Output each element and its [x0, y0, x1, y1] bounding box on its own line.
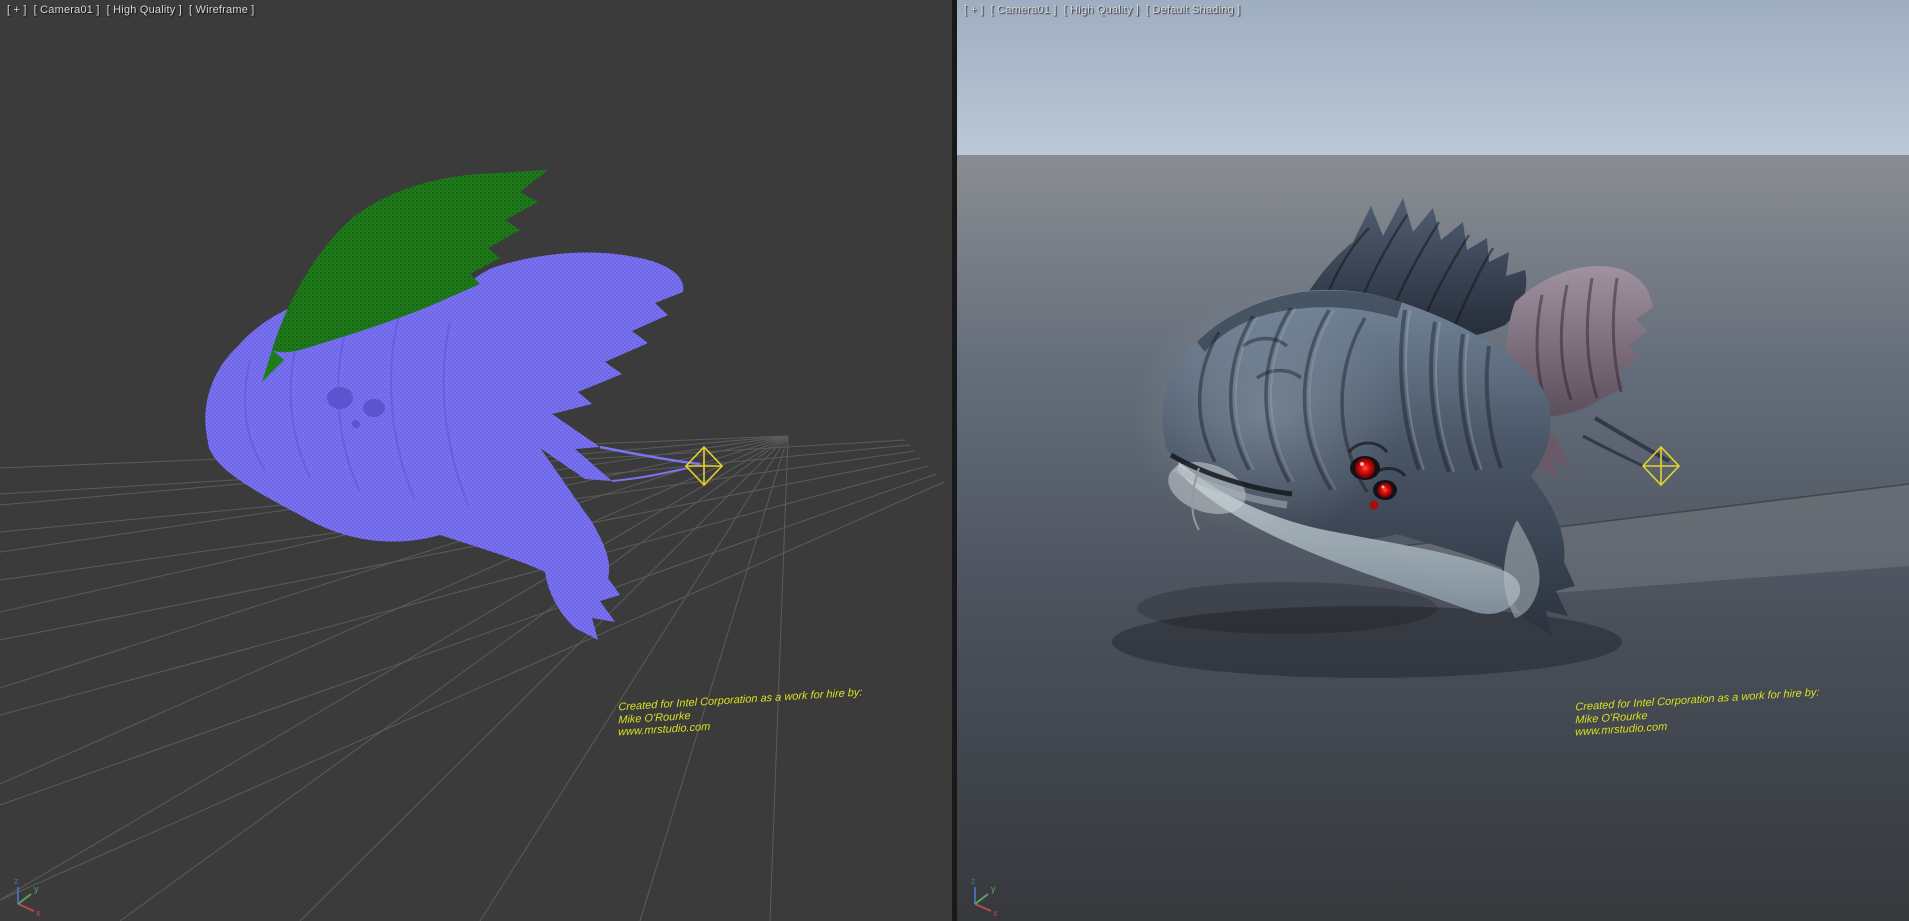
viewport-label: [ + ] [ Camera01 ] [ High Quality ] [ Wi…: [7, 4, 255, 16]
svg-text:z: z: [14, 876, 19, 886]
viewport-menu-camera[interactable]: [ Camera01 ]: [34, 4, 100, 16]
viewport-menu-general[interactable]: [ + ]: [7, 4, 27, 16]
viewport-menu-shading[interactable]: [ Default Shading ]: [1146, 4, 1240, 16]
wireframe-scene-canvas: [0, 0, 952, 921]
viewport-label: [ + ] [ Camera01 ] [ High Quality ] [ De…: [964, 4, 1240, 16]
viewport-menu-shading[interactable]: [ Wireframe ]: [189, 4, 255, 16]
viewport-menu-camera[interactable]: [ Camera01 ]: [991, 4, 1057, 16]
world-axis-tripod-icon: z x y: [962, 873, 1004, 917]
svg-text:y: y: [34, 884, 39, 894]
application-window: [ + ] [ Camera01 ] [ High Quality ] [ Wi…: [0, 0, 1909, 921]
svg-text:y: y: [991, 884, 996, 894]
viewport-menu-general[interactable]: [ + ]: [964, 4, 984, 16]
viewport-wireframe[interactable]: [ + ] [ Camera01 ] [ High Quality ] [ Wi…: [0, 0, 952, 921]
viewport-menu-quality[interactable]: [ High Quality ]: [1064, 4, 1139, 16]
shaded-scene-canvas: [957, 0, 1909, 921]
svg-text:x: x: [993, 908, 998, 917]
svg-text:z: z: [971, 876, 976, 886]
environment-sky: [957, 0, 1909, 155]
svg-text:x: x: [36, 908, 41, 917]
viewport-menu-quality[interactable]: [ High Quality ]: [107, 4, 182, 16]
world-axis-tripod-icon: z x y: [5, 873, 47, 917]
viewport-shaded[interactable]: [ + ] [ Camera01 ] [ High Quality ] [ De…: [957, 0, 1909, 921]
